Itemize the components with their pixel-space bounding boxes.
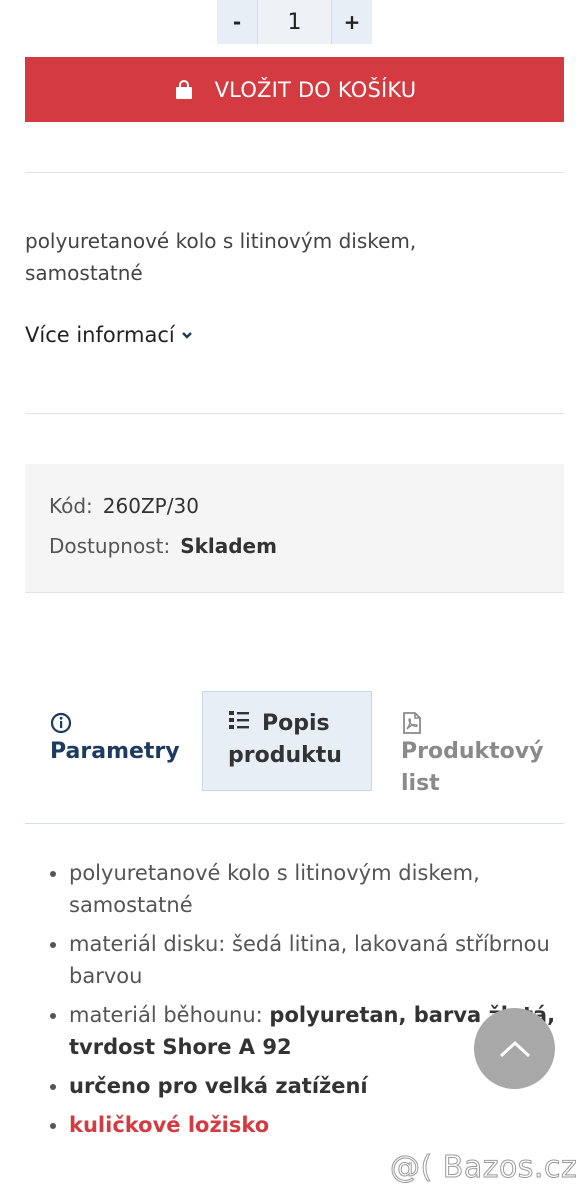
divider: [25, 172, 564, 173]
code-label: Kód:: [49, 494, 93, 518]
chevron-up-icon: [499, 1040, 530, 1057]
tab-produktovy-list-label: Produktový list: [401, 739, 544, 796]
list-item: materiál disku: šedá litina, lakovaná st…: [69, 928, 588, 992]
tab-parametry-label: Parametry: [50, 739, 180, 764]
tab-popis-produktu[interactable]: Popis produktu: [202, 691, 372, 791]
add-to-cart-button[interactable]: VLOŽIT DO KOŠÍKU: [25, 57, 564, 122]
availability-value: Skladem: [180, 534, 277, 558]
feature-text-highlight: kuličkové ložisko: [69, 1113, 270, 1137]
short-description: polyuretanové kolo s litinovým diskem, s…: [25, 229, 417, 285]
add-to-cart-label: VLOŽIT DO KOŠÍKU: [214, 77, 417, 102]
list-item: kuličkové ložisko: [69, 1109, 588, 1141]
watermark: @( Bazos.cz: [389, 1150, 578, 1186]
quantity-decrease-button[interactable]: -: [217, 0, 257, 44]
feature-text-bold: určeno pro velká zatížení: [69, 1074, 368, 1098]
list-item: polyuretanové kolo s litinovým diskem, s…: [69, 857, 588, 921]
availability-label: Dostupnost:: [49, 534, 171, 558]
quantity-increase-button[interactable]: +: [332, 0, 372, 44]
code-row: Kód: 260ZP/30: [49, 494, 199, 518]
divider: [25, 413, 564, 414]
more-info-link[interactable]: Více informací: [25, 323, 193, 347]
quantity-value[interactable]: 1: [257, 0, 332, 44]
quantity-stepper[interactable]: - 1 +: [217, 0, 372, 44]
feature-text: polyuretanové kolo s litinovým diskem, s…: [69, 861, 480, 917]
tabs-divider: [25, 823, 564, 824]
shopping-bag-icon: [175, 79, 192, 99]
code-value: 260ZP/30: [102, 494, 199, 518]
product-info-box: Kód: 260ZP/30 Dostupnost: Skladem: [25, 464, 564, 593]
availability-row: Dostupnost: Skladem: [49, 534, 277, 558]
more-info-label: Více informací: [25, 323, 175, 347]
list-icon: [229, 711, 249, 729]
feature-text: materiál disku: šedá litina, lakovaná st…: [69, 932, 550, 988]
chevron-down-icon: [181, 332, 192, 339]
tab-parametry[interactable]: Parametry: [50, 712, 180, 768]
tab-produktovy-list[interactable]: Produktový list: [401, 712, 551, 800]
info-circle-icon: [50, 712, 72, 734]
scroll-to-top-button[interactable]: [474, 1008, 555, 1089]
feature-list: polyuretanové kolo s litinovým diskem, s…: [44, 857, 588, 1148]
feature-text: materiál běhounu:: [69, 1003, 270, 1027]
pdf-file-icon: [403, 712, 421, 734]
